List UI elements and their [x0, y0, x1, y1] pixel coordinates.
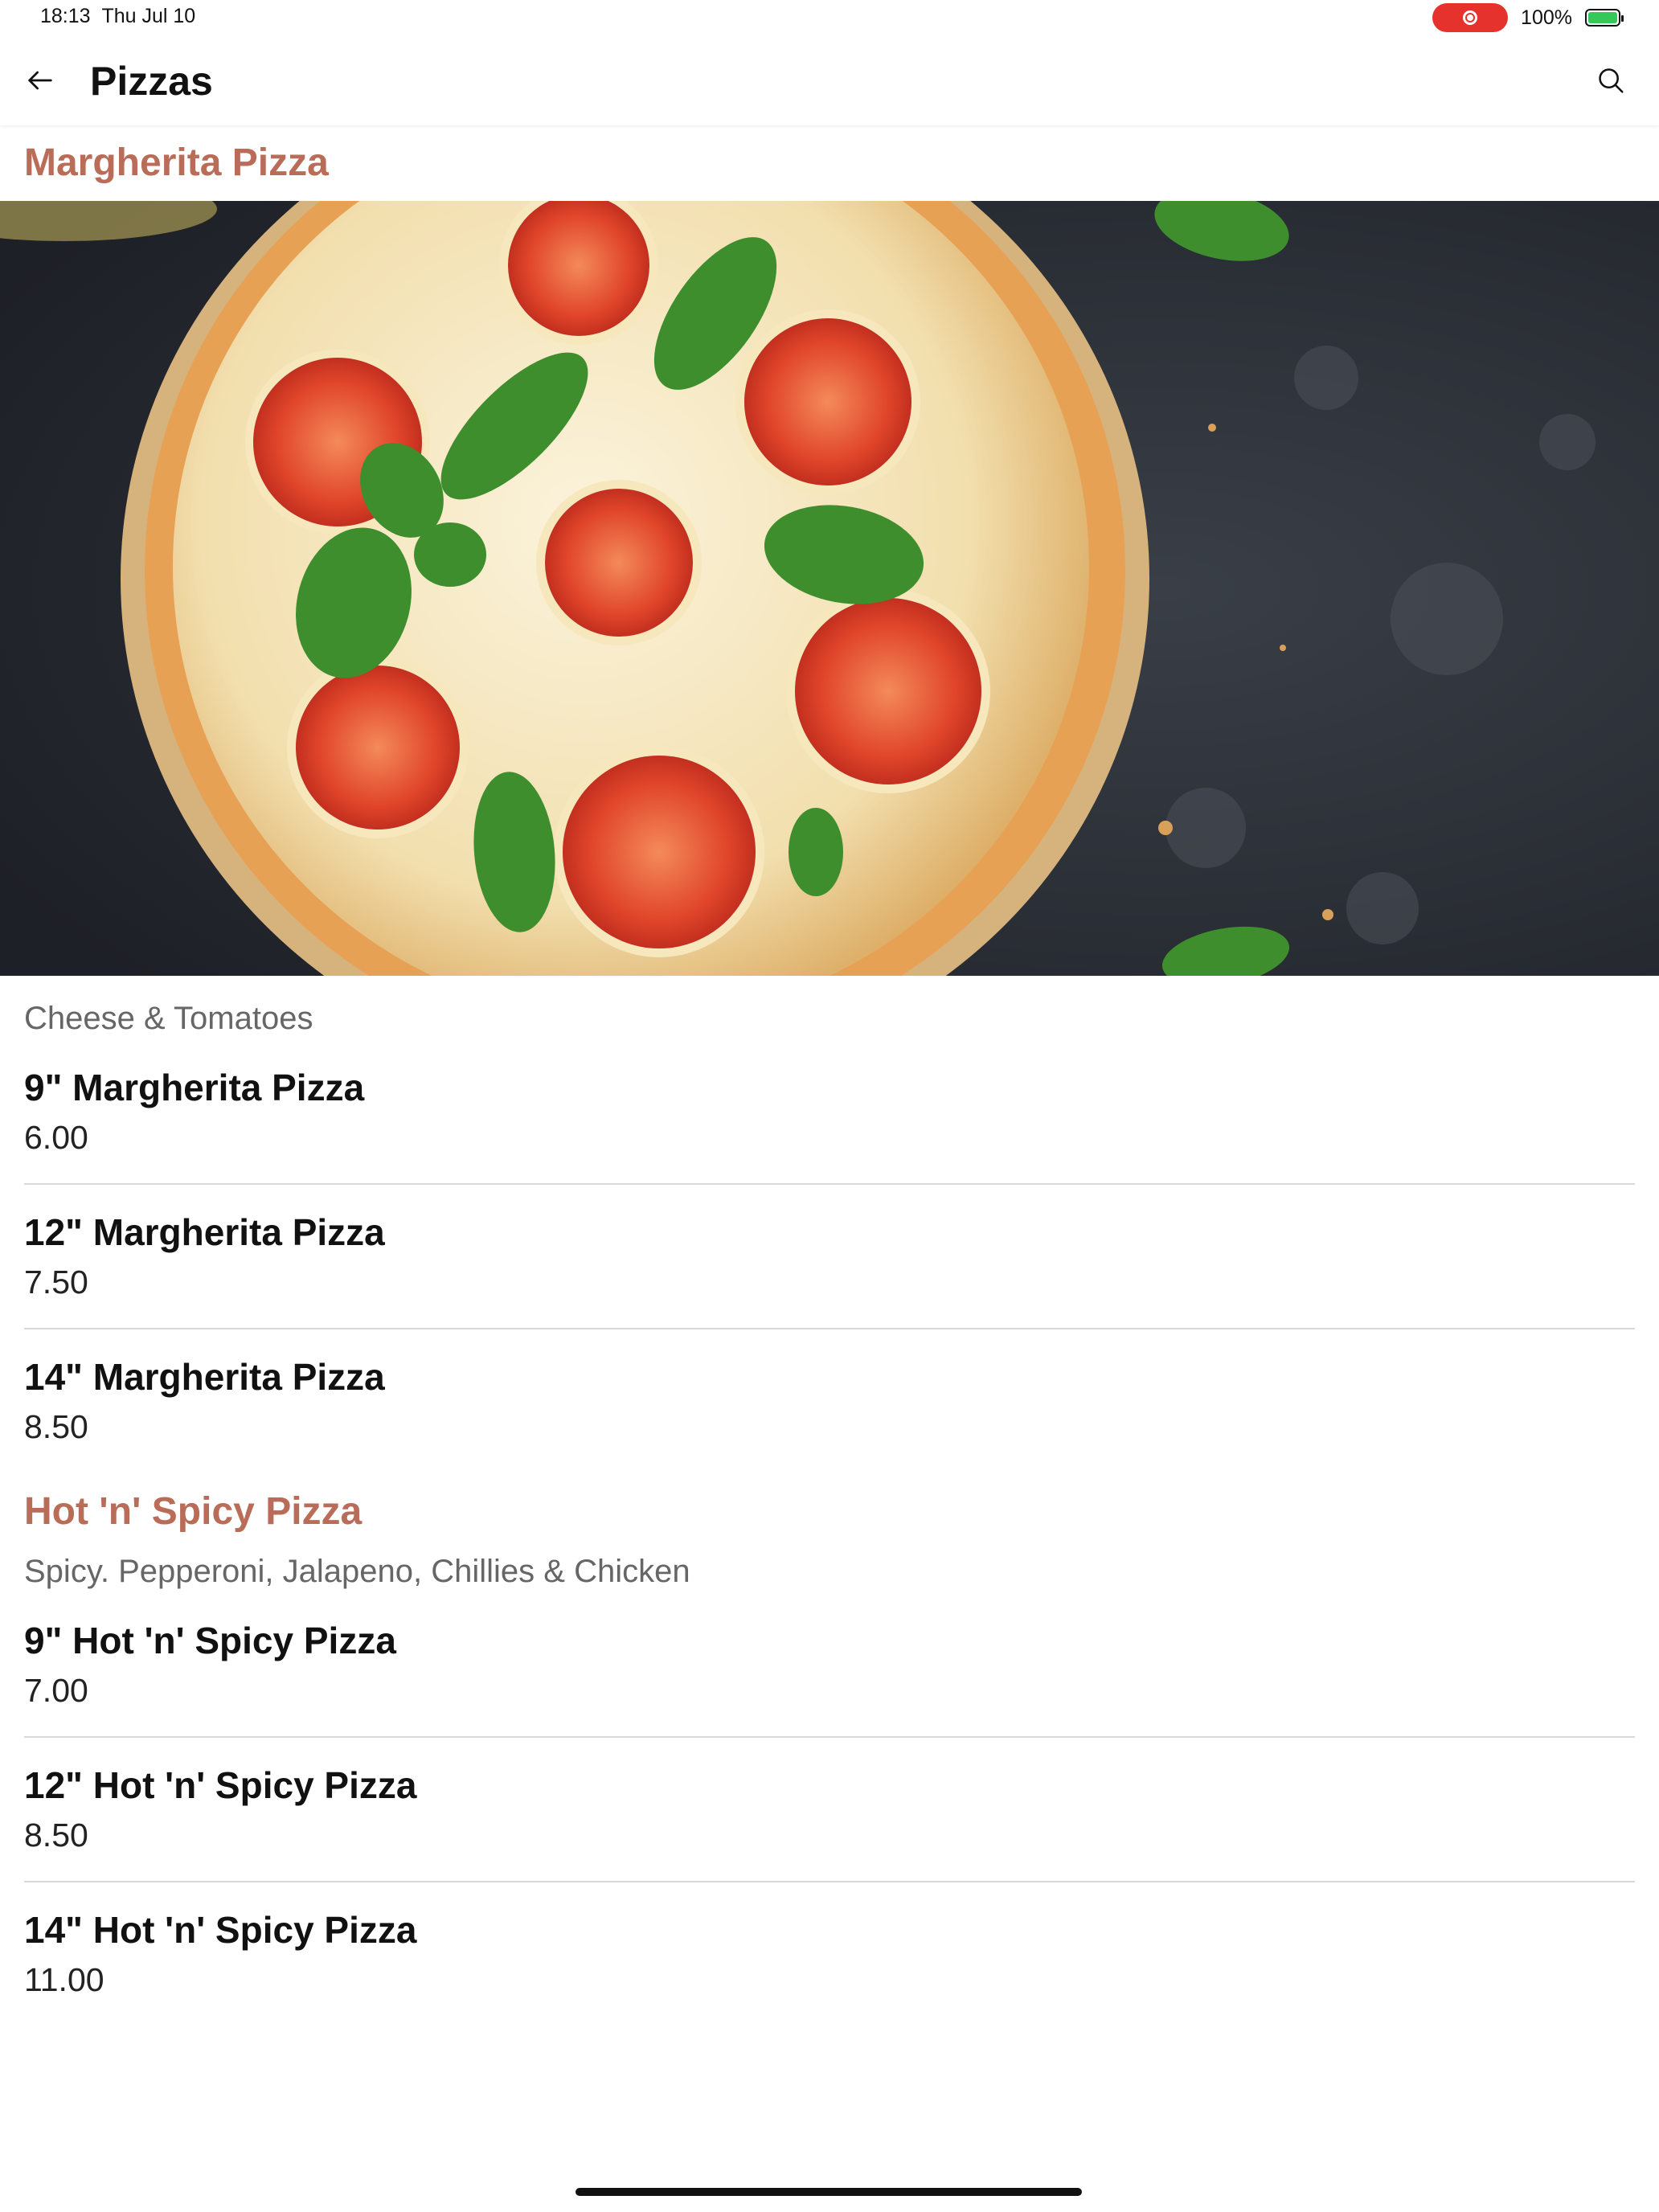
item-name: 14" Hot 'n' Spicy Pizza [24, 1909, 417, 1951]
page-title: Pizzas [90, 59, 213, 104]
battery-charging-icon [1585, 9, 1624, 27]
status-date: Thu Jul 10 [101, 5, 196, 27]
section-title: Margherita Pizza [24, 141, 329, 184]
status-bar: 18:13 Thu Jul 10 100% [0, 0, 1659, 40]
item-price: 7.50 [24, 1264, 88, 1301]
section-margherita: Margherita Pizza Cheese & Tomatoes 9" Ma… [0, 125, 1659, 1474]
arrow-left-icon [28, 71, 52, 90]
margherita-pizza-photo [0, 201, 1659, 976]
menu-item[interactable]: 9" Hot 'n' Spicy Pizza 7.00 [24, 1593, 1635, 1738]
item-price: 8.50 [24, 1408, 88, 1445]
status-clock: 18:13 [40, 5, 91, 27]
item-price: 11.00 [24, 1961, 104, 1998]
menu-content: Margherita Pizza Cheese & Tomatoes 9" Ma… [0, 125, 1659, 2027]
menu-item[interactable]: 14" Margherita Pizza 8.50 [24, 1329, 1635, 1474]
battery-percentage: 100% [1521, 6, 1572, 29]
item-name: 12" Margherita Pizza [24, 1211, 385, 1253]
item-name: 9" Hot 'n' Spicy Pizza [24, 1620, 396, 1661]
menu-item[interactable]: 12" Margherita Pizza 7.50 [24, 1185, 1635, 1329]
status-indicators: 100% [1432, 3, 1624, 32]
item-price: 8.50 [24, 1817, 88, 1854]
back-button[interactable] [21, 61, 59, 100]
screen-recording-icon[interactable] [1432, 3, 1509, 32]
item-name: 12" Hot 'n' Spicy Pizza [24, 1764, 417, 1806]
menu-item[interactable]: 12" Hot 'n' Spicy Pizza 8.50 [24, 1738, 1635, 1882]
item-name: 9" Margherita Pizza [24, 1067, 365, 1108]
search-icon [1599, 68, 1624, 93]
section-description: Cheese & Tomatoes [24, 1001, 313, 1036]
section-hot-n-spicy: Hot 'n' Spicy Pizza Spicy. Pepperoni, Ja… [0, 1474, 1659, 2027]
search-button[interactable] [1591, 61, 1630, 100]
app-bar: Pizzas [0, 40, 1659, 125]
item-name: 14" Margherita Pizza [24, 1356, 385, 1398]
section-description: Spicy. Pepperoni, Jalapeno, Chillies & C… [24, 1554, 690, 1589]
menu-item[interactable]: 9" Margherita Pizza 6.00 [24, 1040, 1635, 1185]
item-price: 6.00 [24, 1119, 88, 1156]
item-price: 7.00 [24, 1672, 88, 1709]
status-time: 18:13 Thu Jul 10 [40, 5, 195, 28]
home-indicator[interactable] [576, 2188, 1082, 2196]
section-title: Hot 'n' Spicy Pizza [24, 1490, 363, 1533]
menu-item[interactable]: 14" Hot 'n' Spicy Pizza 11.00 [24, 1882, 1635, 2027]
